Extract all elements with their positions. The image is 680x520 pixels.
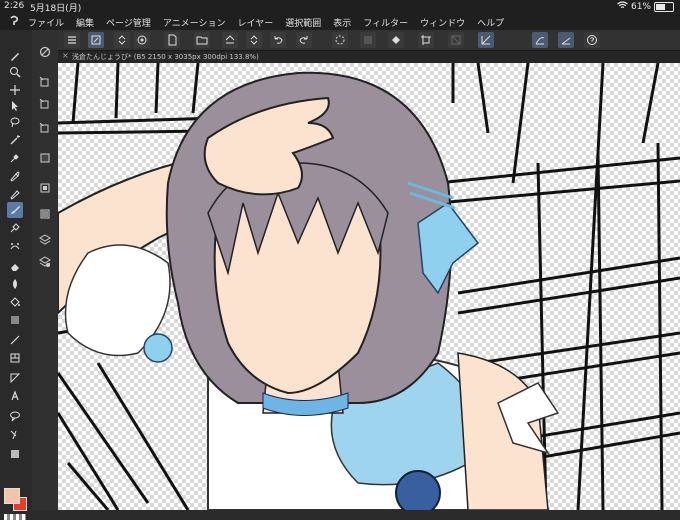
menu-item[interactable]: 選択範囲 (285, 16, 321, 29)
color-mix-icon[interactable] (7, 276, 23, 292)
pen-tool-icon[interactable] (7, 168, 23, 184)
transparent-color-swatch[interactable] (4, 514, 26, 520)
eraser-icon[interactable] (7, 258, 23, 274)
loading-icon[interactable] (332, 32, 348, 48)
snap-grid-icon[interactable] (558, 32, 574, 48)
menu-item[interactable]: ウィンドウ (420, 16, 465, 29)
figure-icon[interactable] (7, 332, 23, 348)
undo-icon[interactable] (270, 32, 286, 48)
lasso-icon[interactable] (7, 114, 23, 130)
stepper-icon[interactable] (114, 32, 130, 48)
pencil-icon[interactable] (7, 186, 23, 202)
mask-layer-icon[interactable] (37, 206, 53, 222)
clip-studio-logo[interactable] (0, 15, 28, 30)
menu-item[interactable]: レイヤー (238, 16, 274, 29)
color-icon[interactable] (7, 446, 23, 462)
snap-special-ruler-icon[interactable] (532, 32, 548, 48)
brush-icon[interactable] (7, 202, 23, 218)
wifi-icon (617, 1, 628, 12)
status-bar: 2:26 5月18日(月) 61% (0, 0, 680, 14)
help-icon[interactable] (584, 32, 600, 48)
fill-bucket-icon[interactable] (7, 294, 23, 310)
magic-wand-icon[interactable] (7, 132, 23, 148)
menu-item[interactable]: フィルター (363, 16, 408, 29)
main-color-swatch[interactable] (4, 488, 20, 504)
layer-ref-icon[interactable] (37, 74, 53, 90)
illustration (58, 63, 680, 510)
eyedropper-icon[interactable] (7, 150, 23, 166)
reference-icon[interactable] (37, 44, 53, 60)
layers-stack-icon[interactable] (37, 232, 53, 248)
menu-item[interactable]: ページ管理 (106, 16, 151, 29)
frame-layer-icon[interactable] (37, 180, 53, 196)
new-canvas-icon[interactable] (88, 32, 104, 48)
document-title: 浅倉たんじょうび* (B5 2150 x 3035px 300dpi 133.8… (72, 53, 259, 61)
open-folder-icon[interactable] (194, 32, 210, 48)
menu-item[interactable]: ファイル (28, 16, 64, 29)
layer-lock-icon[interactable] (37, 120, 53, 136)
operation-icon[interactable] (7, 98, 23, 114)
clear-icon[interactable] (360, 32, 376, 48)
gem (395, 470, 441, 510)
battery-percent: 61% (630, 1, 651, 12)
sub-tool-palette (32, 30, 59, 510)
transform-icon[interactable] (418, 32, 434, 48)
layers-merge-icon[interactable] (37, 254, 53, 270)
close-icon[interactable]: × (62, 51, 69, 60)
ruler-icon[interactable] (7, 370, 23, 386)
balloon-icon[interactable] (7, 408, 23, 424)
menu-item[interactable]: 表示 (333, 16, 351, 29)
hide-selection-icon[interactable] (448, 32, 464, 48)
layer-icon[interactable] (37, 150, 53, 166)
tool-palette (0, 30, 33, 520)
snap-ruler-icon[interactable] (478, 32, 494, 48)
move-icon[interactable] (7, 82, 23, 98)
redo-icon[interactable] (296, 32, 312, 48)
save-icon[interactable] (222, 32, 238, 48)
zoom-icon[interactable] (7, 64, 23, 80)
gradient-icon[interactable] (7, 312, 23, 328)
battery-icon (654, 1, 674, 12)
menu-icon[interactable] (64, 32, 80, 48)
menu-item[interactable]: アニメーション (163, 16, 226, 29)
camera-icon[interactable] (134, 32, 150, 48)
fill-icon[interactable] (388, 32, 404, 48)
airbrush-icon[interactable] (7, 220, 23, 236)
layer-select-icon[interactable] (37, 96, 53, 112)
menu-item[interactable]: 編集 (76, 16, 94, 29)
pen-icon[interactable] (7, 48, 23, 64)
correction-icon[interactable] (7, 426, 23, 442)
stepper-icon[interactable] (246, 32, 262, 48)
brooch (143, 333, 173, 363)
text-icon[interactable] (7, 388, 23, 404)
status-right: 61% (617, 1, 674, 12)
status-date: 5月18日(月) (30, 4, 82, 14)
menu-item[interactable]: ヘルプ (477, 16, 504, 29)
frame-icon[interactable] (7, 350, 23, 366)
document-tab[interactable]: × 浅倉たんじょうび* (B5 2150 x 3035px 300dpi 133… (58, 51, 680, 63)
command-bar (58, 30, 680, 51)
status-time: 2:26 (4, 1, 25, 11)
decoration-icon[interactable] (7, 238, 23, 254)
new-file-icon[interactable] (164, 32, 180, 48)
canvas[interactable] (58, 63, 680, 510)
menu-bar: ファイル 編集 ページ管理 アニメーション レイヤー 選択範囲 表示 フィルター ウィンドウ ヘル… (0, 14, 680, 30)
